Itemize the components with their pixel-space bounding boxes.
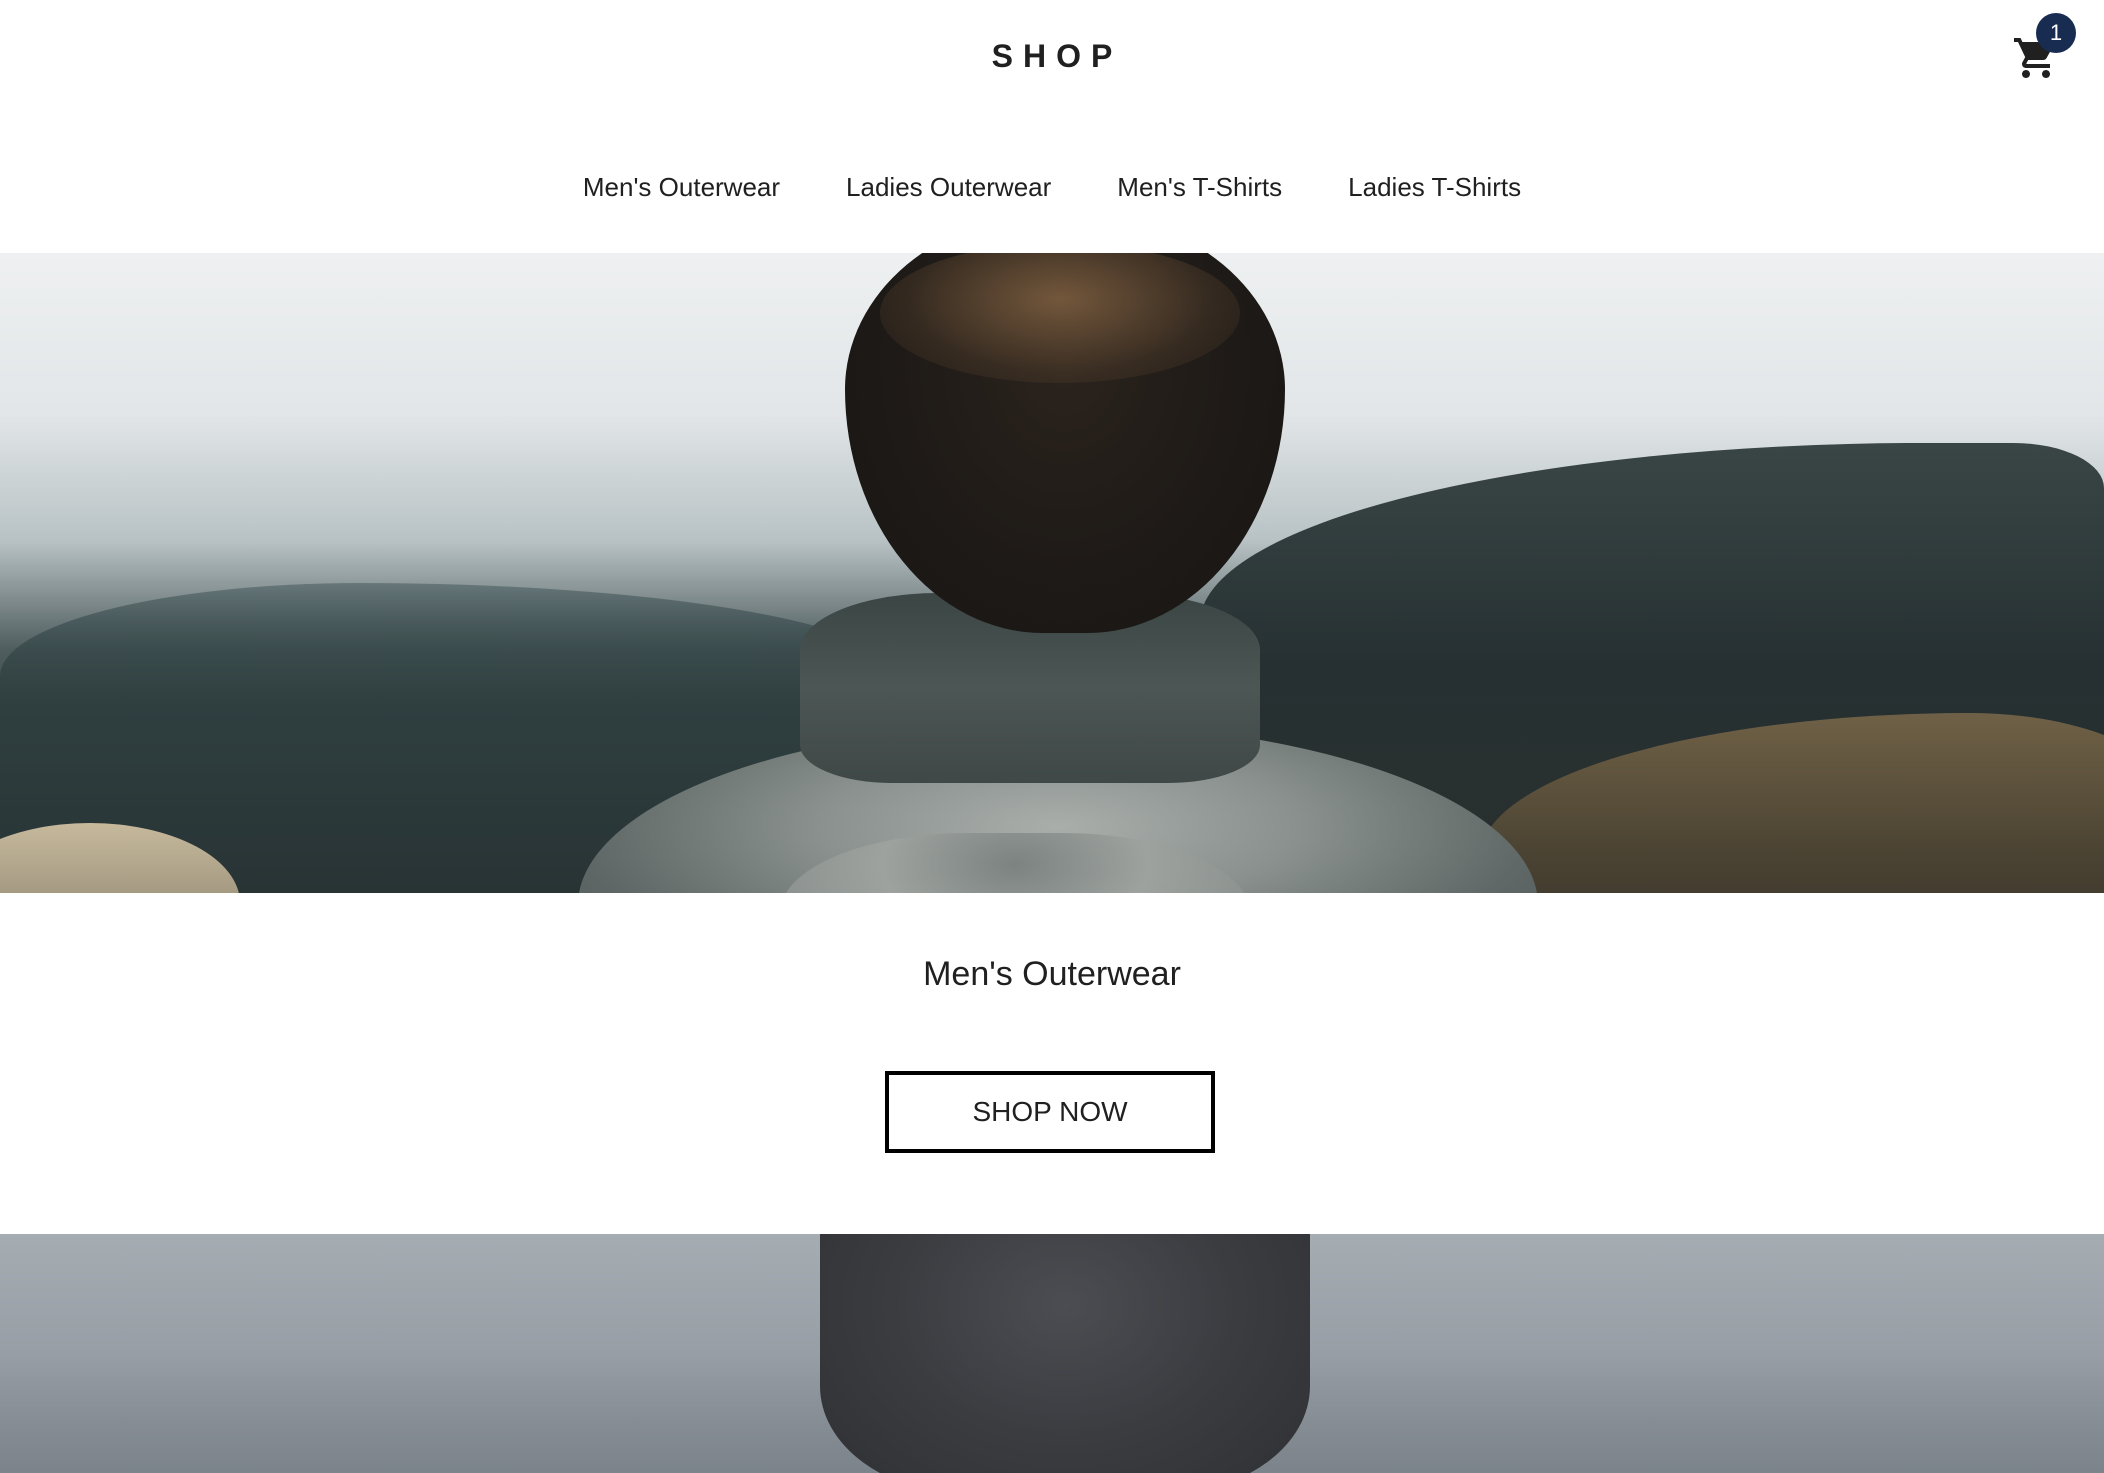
hero-image-ladies-outerwear <box>0 1234 2104 1473</box>
category-nav: Men's Outerwear Ladies Outerwear Men's T… <box>0 168 2104 207</box>
nav-item-mens-outerwear[interactable]: Men's Outerwear <box>550 168 813 207</box>
shop-now-button[interactable]: SHOP NOW <box>885 1071 1215 1153</box>
nav-item-mens-tshirts[interactable]: Men's T-Shirts <box>1084 168 1315 207</box>
app-header: SHOP 1 Men's Outerwear Ladies Outerwear … <box>0 0 2104 253</box>
nav-item-ladies-tshirts[interactable]: Ladies T-Shirts <box>1315 168 1554 207</box>
shop-logo[interactable]: SHOP <box>0 38 2104 75</box>
hero2-person-sweater <box>820 1234 1310 1473</box>
category-title: Men's Outerwear <box>923 955 1181 993</box>
category-section: Men's Outerwear SHOP NOW <box>0 893 2104 1234</box>
cart-count-badge: 1 <box>2036 13 2076 53</box>
nav-item-ladies-outerwear[interactable]: Ladies Outerwear <box>813 168 1084 207</box>
hero-image-mens-outerwear <box>0 253 2104 893</box>
